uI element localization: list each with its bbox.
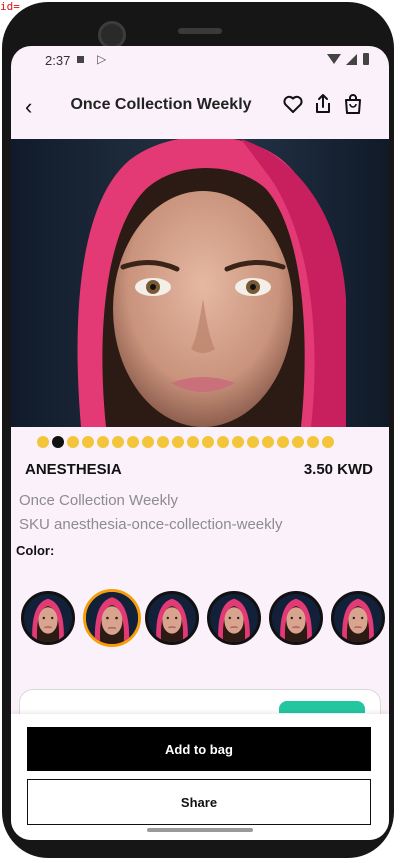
green-pill[interactable] bbox=[279, 701, 365, 713]
front-camera bbox=[98, 21, 126, 49]
heart-icon[interactable] bbox=[281, 92, 305, 118]
carousel-dot[interactable] bbox=[127, 436, 139, 448]
carousel-dot[interactable] bbox=[277, 436, 289, 448]
page-title: Once Collection Weekly bbox=[70, 96, 252, 113]
color-swatch[interactable] bbox=[145, 591, 199, 645]
carousel-dot[interactable] bbox=[82, 436, 94, 448]
carousel-dot[interactable] bbox=[247, 436, 259, 448]
product-collection: Once Collection Weekly bbox=[19, 492, 178, 509]
debug-label: id= bbox=[0, 0, 20, 13]
shopping-bag-icon[interactable] bbox=[341, 92, 365, 118]
color-swatch[interactable] bbox=[21, 591, 75, 645]
carousel-dot[interactable] bbox=[52, 436, 64, 448]
app-screen: 2:37 ▷ ‹ Once Collection Weekly ANESTHES… bbox=[11, 46, 389, 840]
carousel-dot[interactable] bbox=[202, 436, 214, 448]
phone-frame: 2:37 ▷ ‹ Once Collection Weekly ANESTHES… bbox=[2, 2, 394, 858]
square-icon bbox=[77, 56, 84, 63]
status-bar: 2:37 ▷ bbox=[11, 46, 389, 76]
product-name: ANESTHESIA bbox=[25, 461, 122, 478]
home-indicator[interactable] bbox=[147, 828, 253, 832]
wifi-icon bbox=[327, 54, 341, 64]
signal-icon bbox=[346, 54, 357, 65]
earpiece-speaker bbox=[178, 28, 222, 34]
carousel-indicator bbox=[37, 436, 334, 448]
carousel-dot[interactable] bbox=[37, 436, 49, 448]
carousel-dot[interactable] bbox=[67, 436, 79, 448]
add-to-bag-button[interactable]: Add to bag bbox=[27, 727, 371, 771]
carousel-dot[interactable] bbox=[157, 436, 169, 448]
carousel-dot[interactable] bbox=[292, 436, 304, 448]
battery-icon bbox=[363, 53, 369, 65]
carousel-dot[interactable] bbox=[112, 436, 124, 448]
carousel-dot[interactable] bbox=[172, 436, 184, 448]
model-portrait bbox=[77, 139, 346, 427]
carousel-dot[interactable] bbox=[262, 436, 274, 448]
color-swatch[interactable] bbox=[269, 591, 323, 645]
carousel-dot[interactable] bbox=[217, 436, 229, 448]
share-icon[interactable] bbox=[311, 92, 335, 118]
carousel-dot[interactable] bbox=[142, 436, 154, 448]
status-time: 2:37 bbox=[45, 53, 71, 68]
carousel-dot[interactable] bbox=[232, 436, 244, 448]
carousel-dot[interactable] bbox=[187, 436, 199, 448]
product-sku: SKU anesthesia-once-collection-weekly bbox=[19, 516, 283, 533]
color-label: Color: bbox=[16, 543, 55, 558]
back-arrow-icon[interactable]: ‹ bbox=[25, 94, 32, 120]
carousel-dot[interactable] bbox=[307, 436, 319, 448]
color-swatch[interactable] bbox=[207, 591, 261, 645]
carousel-dot[interactable] bbox=[97, 436, 109, 448]
share-button[interactable]: Share bbox=[27, 779, 371, 825]
color-swatch[interactable] bbox=[331, 591, 385, 645]
carousel-dot[interactable] bbox=[322, 436, 334, 448]
product-image[interactable] bbox=[11, 139, 389, 427]
play-store-icon: ▷ bbox=[97, 52, 107, 66]
product-price: 3.50 KWD bbox=[303, 461, 373, 478]
app-bar: ‹ Once Collection Weekly bbox=[11, 82, 389, 132]
color-swatch[interactable] bbox=[83, 589, 141, 647]
